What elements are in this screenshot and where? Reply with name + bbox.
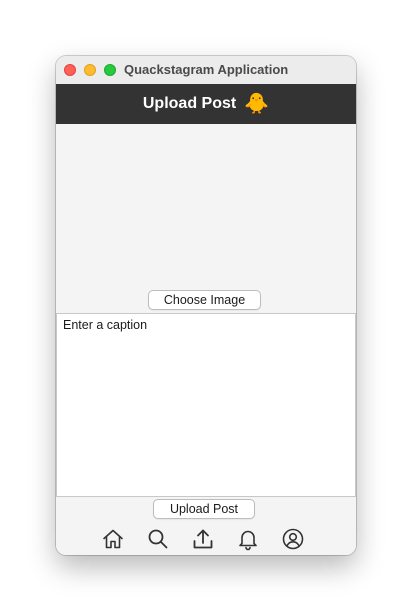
caption-input[interactable]: [56, 313, 356, 497]
choose-image-button[interactable]: Choose Image: [148, 290, 261, 310]
search-icon: [148, 529, 168, 549]
zoom-window-button[interactable]: [104, 64, 116, 76]
bottom-navigation: [56, 521, 356, 555]
nav-search-button[interactable]: [145, 526, 171, 552]
title-bar[interactable]: Quackstagram Application: [56, 56, 356, 85]
nav-profile-button[interactable]: [280, 526, 306, 552]
duck-logo-icon: 🐥: [244, 93, 270, 115]
app-window: Quackstagram Application Upload Post 🐥 C…: [56, 56, 356, 555]
nav-home-button[interactable]: [100, 526, 126, 552]
window-title: Quackstagram Application: [124, 62, 289, 77]
image-preview-area: [56, 124, 356, 313]
nav-notifications-button[interactable]: [235, 526, 261, 552]
upload-post-button[interactable]: Upload Post: [153, 499, 255, 519]
profile-icon: [282, 528, 304, 550]
page-header: Upload Post 🐥: [56, 84, 356, 124]
home-icon: [103, 529, 123, 549]
minimize-window-button[interactable]: [84, 64, 96, 76]
upload-icon: [193, 529, 213, 549]
nav-upload-button[interactable]: [190, 526, 216, 552]
close-window-button[interactable]: [64, 64, 76, 76]
page-title: Upload Post: [142, 95, 237, 112]
bell-icon: [239, 530, 257, 551]
